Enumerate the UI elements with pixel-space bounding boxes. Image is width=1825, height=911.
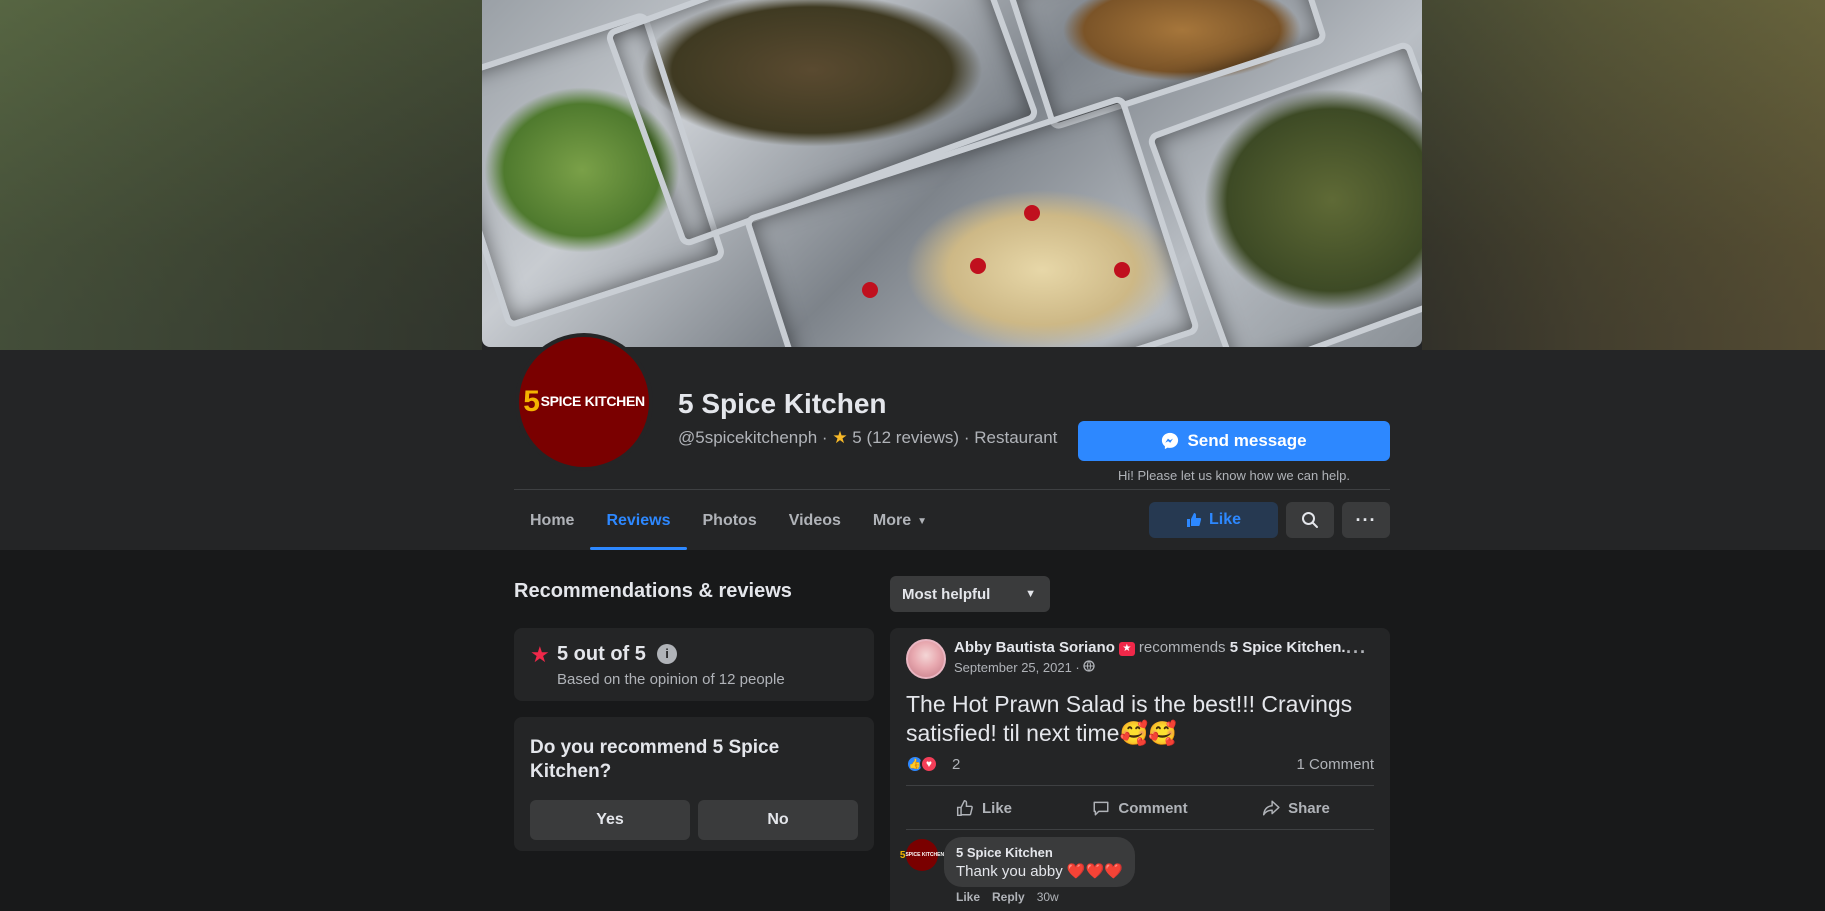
cherry: [1024, 205, 1040, 221]
more-icon: ···: [1355, 509, 1377, 530]
tab-videos[interactable]: Videos: [773, 492, 857, 550]
page-title: 5 Spice Kitchen: [678, 388, 887, 419]
reactions[interactable]: 👍 ♥: [906, 755, 938, 773]
messenger-icon: [1162, 432, 1179, 450]
thumbs-up-icon: [956, 799, 973, 817]
reaction-count[interactable]: 2: [952, 756, 960, 773]
comment-time[interactable]: 30w: [1037, 890, 1059, 904]
page-avatar[interactable]: 5SPICE KITCHEN: [515, 333, 653, 471]
info-icon[interactable]: i: [657, 644, 677, 664]
comment-author[interactable]: 5 Spice Kitchen: [956, 845, 1123, 860]
post-more-icon[interactable]: ···: [1346, 642, 1367, 663]
tab-photos[interactable]: Photos: [687, 492, 773, 550]
search-icon: [1302, 512, 1318, 528]
thumbs-up-icon: [1186, 513, 1202, 527]
star-icon: ★: [530, 642, 550, 667]
cherry: [1114, 262, 1130, 278]
page-tabs: Home Reviews Photos Videos More ▼: [514, 492, 943, 550]
review-count[interactable]: (12 reviews): [867, 428, 960, 447]
cherry: [970, 258, 986, 274]
caret-down-icon: ▼: [917, 515, 928, 527]
more-options-button[interactable]: ···: [1342, 502, 1390, 538]
send-message-button[interactable]: Send message: [1078, 421, 1390, 461]
tab-home[interactable]: Home: [514, 492, 590, 550]
comment-count[interactable]: 1 Comment: [1296, 756, 1374, 773]
review-post: Abby Bautista Soriano ★ recommends 5 Spice…: [890, 628, 1390, 911]
divider: [906, 829, 1374, 830]
recommend-card: Do you recommend 5 Spice Kitchen? Yes No: [514, 717, 874, 851]
post-header: Abby Bautista Soriano ★ recommends 5 Spice…: [954, 639, 1346, 656]
avatar[interactable]: [906, 639, 946, 679]
comment-reply-link[interactable]: Reply: [992, 890, 1025, 904]
comment-avatar[interactable]: 5 SPICE KITCHEN: [900, 839, 944, 871]
globe-icon: [1083, 660, 1096, 672]
section-title: Recommendations & reviews: [514, 580, 792, 602]
post-share-button[interactable]: Share: [1218, 786, 1374, 830]
sort-dropdown[interactable]: Most helpful ▼: [890, 576, 1050, 612]
rating-summary-card: ★ 5 out of 5 i Based on the opinion of 1…: [514, 628, 874, 701]
page-subtitle: @5spicekitchenph · ★ 5 (12 reviews) · Re…: [678, 428, 1058, 447]
star-icon: ★: [832, 428, 848, 447]
rating-value: 5: [852, 428, 862, 447]
comment-text: Thank you abby ❤️❤️❤️: [956, 863, 1123, 880]
comment-bubble: 5 Spice Kitchen Thank you abby ❤️❤️❤️: [944, 837, 1135, 887]
comment-like-link[interactable]: Like: [956, 890, 980, 904]
cherry: [862, 282, 878, 298]
post-date[interactable]: September 25, 2021 ·: [954, 660, 1096, 675]
share-icon: [1263, 800, 1280, 816]
search-button[interactable]: [1286, 502, 1334, 538]
send-message-hint: Hi! Please let us know how we can help.: [1118, 468, 1350, 483]
post-target[interactable]: 5 Spice Kitchen.: [1230, 639, 1346, 656]
rating-main: 5 out of 5: [557, 643, 646, 665]
recommend-badge-icon: ★: [1118, 642, 1135, 656]
no-button[interactable]: No: [698, 800, 858, 840]
post-like-button[interactable]: Like: [906, 786, 1062, 830]
like-page-button[interactable]: Like: [1149, 502, 1278, 538]
cover-photo[interactable]: [482, 0, 1422, 347]
page-handle: @5spicekitchenph: [678, 428, 818, 447]
caret-down-icon: ▼: [1025, 588, 1036, 600]
love-reaction-icon: ♥: [920, 755, 938, 773]
post-body: The Hot Prawn Salad is the best!!! Cravi…: [906, 691, 1353, 746]
page-logo: 5SPICE KITCHEN: [523, 385, 645, 418]
yes-button[interactable]: Yes: [530, 800, 690, 840]
post-author[interactable]: Abby Bautista Soriano: [954, 639, 1115, 656]
rating-sub: Based on the opinion of 12 people: [557, 671, 785, 688]
post-comment-button[interactable]: Comment: [1062, 786, 1218, 830]
comment-meta: Like Reply 30w: [956, 890, 1059, 904]
tab-more[interactable]: More ▼: [857, 492, 943, 550]
recommend-question: Do you recommend 5 Spice Kitchen?: [530, 737, 780, 782]
page-category[interactable]: Restaurant: [974, 428, 1057, 447]
post-actions: Like Comment Share: [906, 786, 1374, 830]
profile-divider: [514, 489, 1390, 490]
comment-icon: [1093, 801, 1109, 816]
tab-reviews[interactable]: Reviews: [590, 492, 687, 550]
